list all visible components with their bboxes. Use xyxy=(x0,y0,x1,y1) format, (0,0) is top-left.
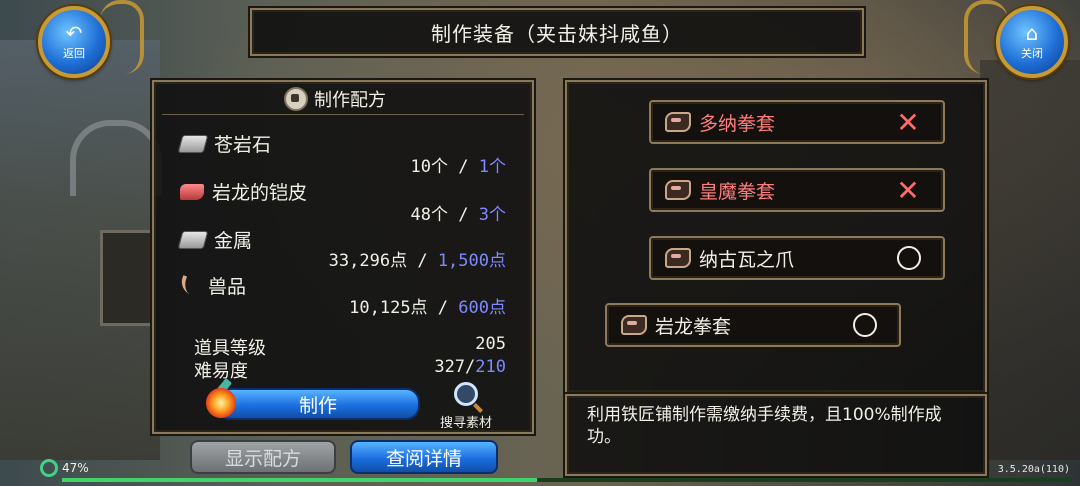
need-amount: 3个 xyxy=(478,205,506,225)
close-label: 关闭 xyxy=(1021,47,1043,60)
background-right-building xyxy=(980,60,1080,460)
material-name: 岩龙的铠皮 xyxy=(212,182,308,204)
search-materials-button[interactable]: 搜寻素材 xyxy=(434,382,498,431)
metal-icon xyxy=(177,230,209,249)
scroll-icon xyxy=(621,315,647,335)
need-amount: 1,500点 xyxy=(437,251,506,271)
recipe-name: 多纳拳套 xyxy=(699,112,776,135)
search-materials-label: 搜寻素材 xyxy=(439,416,492,431)
page-title: 制作装备（夹击妹抖咸鱼） xyxy=(431,21,683,46)
material-item: 苍岩石 xyxy=(177,130,272,157)
return-arrow-icon: ↶ xyxy=(65,21,83,45)
experience-bar xyxy=(62,478,1072,482)
recipe-list-item[interactable]: 纳古瓦之爪 xyxy=(649,236,945,280)
material-name: 苍岩石 xyxy=(214,134,272,156)
show-recipe-label: 显示配方 xyxy=(224,447,301,470)
background-door xyxy=(100,230,156,326)
recipe-panel-header: 制作配方 xyxy=(284,86,386,112)
recipe-name: 纳古瓦之爪 xyxy=(699,248,795,271)
material-item: 金属 xyxy=(177,226,253,253)
difficulty-label: 难易度 xyxy=(194,361,248,382)
scroll-icon xyxy=(665,180,691,200)
recipe-name: 皇魔拳套 xyxy=(699,180,776,203)
have-amount: 33,296点 xyxy=(328,251,408,271)
have-amount: 10,125点 xyxy=(349,298,428,318)
recipe-list-item[interactable]: 多纳拳套 ✕ xyxy=(649,100,945,144)
difficulty-have: 327/ xyxy=(434,357,476,377)
stone-icon xyxy=(177,134,209,153)
craft-button[interactable]: 制作 xyxy=(216,388,420,420)
divider xyxy=(162,114,524,115)
view-detail-button[interactable]: 查阅详情 xyxy=(350,440,498,474)
experience-ring-icon xyxy=(40,459,58,477)
need-amount: 600点 xyxy=(458,298,506,318)
material-quantity: 10个 / 1个 xyxy=(411,152,506,177)
experience-percent: 47% xyxy=(62,461,89,475)
material-item: 岩龙的铠皮 xyxy=(180,178,307,205)
recipe-name: 岩龙拳套 xyxy=(655,315,732,338)
description-panel: 利用铁匠铺制作需缴纳手续费，且100%制作成功。 xyxy=(565,394,987,476)
recipe-panel-title: 制作配方 xyxy=(314,90,386,111)
material-name: 兽品 xyxy=(208,276,247,298)
scroll-icon xyxy=(665,248,691,268)
material-quantity: 48个 / 3个 xyxy=(411,200,506,225)
recipe-list-item[interactable]: 皇魔拳套 ✕ xyxy=(649,168,945,212)
material-quantity: 10,125点 / 600点 xyxy=(349,293,506,318)
have-amount: 10个 xyxy=(410,157,449,177)
quantity-separator: / xyxy=(448,157,479,177)
quantity-separator: / xyxy=(448,205,479,225)
craft-label: 制作 xyxy=(298,394,337,417)
unavailable-x-icon: ✕ xyxy=(896,106,920,139)
title-bar: 制作装备（夹击妹抖咸鱼） xyxy=(250,8,864,56)
experience-bar-fill xyxy=(62,478,537,482)
have-amount: 48个 xyxy=(410,205,449,225)
view-detail-label: 查阅详情 xyxy=(385,447,462,470)
quantity-separator: / xyxy=(427,298,459,318)
home-icon: ⌂ xyxy=(1025,21,1039,45)
back-label: 返回 xyxy=(63,47,85,60)
recipe-icon xyxy=(284,87,308,111)
scroll-icon xyxy=(665,112,691,132)
recipe-panel: 制作配方 苍岩石 10个 / 1个 岩龙的铠皮 48个 / 3个 金属 33,2… xyxy=(152,80,534,434)
need-amount: 1个 xyxy=(478,157,506,177)
available-circle-icon xyxy=(853,313,877,337)
status-indicator: 47% xyxy=(40,459,89,477)
available-circle-icon xyxy=(897,246,921,270)
dragon-hide-icon xyxy=(180,183,204,200)
material-name: 金属 xyxy=(214,230,253,252)
version-label: 3.5.20a(110) xyxy=(997,464,1070,475)
close-button[interactable]: ⌂ 关闭 xyxy=(996,6,1068,78)
background-arch xyxy=(70,120,162,196)
fang-icon xyxy=(177,274,203,297)
quantity-separator: / xyxy=(407,251,438,271)
difficulty-need: 210 xyxy=(475,357,506,377)
recipe-list-panel: 多纳拳套 ✕ 皇魔拳套 ✕ 纳古瓦之爪 岩龙拳套 xyxy=(565,80,987,394)
recipe-list-item-selected[interactable]: 岩龙拳套 xyxy=(605,303,901,347)
show-recipe-button[interactable]: 显示配方 xyxy=(190,440,336,474)
magnifier-icon xyxy=(454,382,478,406)
description-text: 利用铁匠铺制作需缴纳手续费，且100%制作成功。 xyxy=(587,405,942,447)
craft-hammer-icon xyxy=(206,378,242,418)
unavailable-x-icon: ✕ xyxy=(896,174,920,207)
material-quantity: 33,296点 / 1,500点 xyxy=(329,246,506,271)
difficulty-value: 327/210 xyxy=(434,357,506,383)
material-item: 兽品 xyxy=(177,272,247,299)
difficulty-row: 难易度 327/210 xyxy=(194,357,506,383)
back-button[interactable]: ↶ 返回 xyxy=(38,6,110,78)
